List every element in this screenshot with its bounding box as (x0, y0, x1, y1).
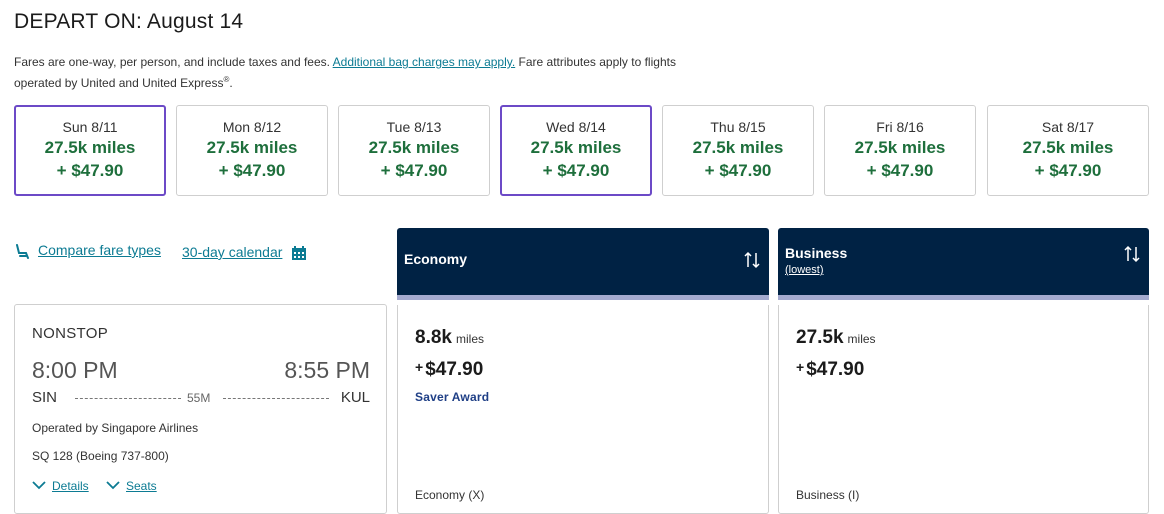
seat-icon (16, 244, 29, 259)
date-card-cash: + $47.90 (704, 161, 772, 180)
cabin-name: Business (785, 245, 848, 261)
stops-label: NONSTOP (32, 325, 109, 342)
date-card-tue[interactable]: Tue 8/13 27.5k miles + $47.90 (338, 105, 490, 196)
header-stripe (778, 295, 1149, 300)
30-day-calendar-link[interactable]: 30-day calendar (182, 244, 282, 260)
sort-icon[interactable] (1123, 244, 1141, 264)
date-card-sun[interactable]: Sun 8/11 27.5k miles + $47.90 (14, 105, 166, 196)
flight-number: SQ 128 (Boeing 737-800) (32, 449, 169, 463)
details-link[interactable]: Details (52, 479, 89, 493)
arrival-time: 8:55 PM (284, 357, 370, 383)
route-line-left (75, 398, 181, 399)
calendar-icon[interactable] (291, 245, 307, 261)
route-line-right (223, 398, 329, 399)
date-card-mon[interactable]: Mon 8/12 27.5k miles + $47.90 (176, 105, 328, 196)
date-card-miles: 27.5k miles (1022, 138, 1114, 157)
fare-miles: 27.5k miles (796, 327, 876, 349)
date-card-day: Mon 8/12 (222, 119, 282, 135)
fare-note-text-2: Fare attributes apply to flights (515, 55, 676, 69)
seats-link[interactable]: Seats (126, 479, 157, 493)
date-card-miles: 27.5k miles (44, 138, 136, 157)
economy-header[interactable]: Economy (397, 228, 769, 300)
fare-class: Business (I) (796, 488, 860, 502)
fare-note-end: . (229, 76, 233, 90)
date-card-cash: + $47.90 (542, 161, 610, 180)
fare-class: Economy (X) (415, 488, 485, 502)
fare-miles-unit: miles (455, 332, 484, 346)
lowest-link[interactable]: (lowest) (785, 264, 824, 276)
cabin-name: Economy (404, 251, 468, 267)
date-card-miles: 27.5k miles (692, 138, 784, 157)
origin-airport: SIN (32, 389, 58, 406)
date-card-miles: 27.5k miles (206, 138, 298, 157)
date-card-cash: + $47.90 (1034, 161, 1102, 180)
departure-time: 8:00 PM (32, 357, 118, 383)
fare-cash: + $47.90 (415, 359, 483, 381)
economy-fare-box[interactable]: 8.8k miles + $47.90 Saver Award Economy (X… (397, 305, 769, 514)
date-card-day: Thu 8/15 (710, 119, 766, 135)
chevron-down-icon[interactable] (106, 479, 120, 491)
fare-note-text: Fares are one-way, per person, and inclu… (14, 55, 333, 69)
fare-miles: 8.8k miles (415, 327, 484, 349)
fare-cash: + $47.90 (796, 359, 864, 381)
date-card-day: Tue 8/13 (386, 119, 442, 135)
business-header[interactable]: Business (lowest) (778, 228, 1149, 300)
fare-plus: + (796, 359, 805, 375)
flight-duration: 55M (187, 391, 211, 405)
flight-card[interactable]: NONSTOP 8:00 PM 8:55 PM SIN 55M KUL Oper… (14, 304, 387, 514)
date-card-miles: 27.5k miles (854, 138, 946, 157)
fare-cash-value: $47.90 (806, 359, 865, 380)
fare-disclaimer: Fares are one-way, per person, and inclu… (14, 54, 734, 92)
operator-text: Operated by Singapore Airlines (32, 421, 199, 435)
compare-fare-types-link[interactable]: Compare fare types (38, 242, 161, 258)
date-card-day: Wed 8/14 (546, 119, 606, 135)
fare-plus: + (415, 359, 424, 375)
date-card-wed[interactable]: Wed 8/14 27.5k miles + $47.90 (500, 105, 652, 196)
date-card-cash: + $47.90 (866, 161, 934, 180)
header-stripe (397, 295, 769, 300)
date-card-cash: + $47.90 (380, 161, 448, 180)
bag-charges-link[interactable]: Additional bag charges may apply. (333, 55, 516, 69)
sort-icon[interactable] (743, 250, 761, 270)
date-card-cash: + $47.90 (56, 161, 124, 180)
date-card-miles: 27.5k miles (368, 138, 460, 157)
page-title: DEPART ON: August 14 (14, 10, 244, 33)
fare-miles-unit: miles (847, 332, 876, 346)
chevron-down-icon[interactable] (32, 479, 46, 491)
date-card-day: Fri 8/16 (876, 119, 924, 135)
saver-award-tag: Saver Award (415, 390, 490, 404)
date-card-sat[interactable]: Sat 8/17 27.5k miles + $47.90 (987, 105, 1149, 196)
fare-miles-value: 8.8k (415, 327, 452, 348)
date-card-fri[interactable]: Fri 8/16 27.5k miles + $47.90 (824, 105, 976, 196)
fare-cash-value: $47.90 (425, 359, 484, 380)
destination-airport: KUL (340, 389, 370, 406)
date-card-day: Sun 8/11 (62, 119, 118, 135)
date-card-cash: + $47.90 (218, 161, 286, 180)
date-card-miles: 27.5k miles (530, 138, 622, 157)
fare-note-text-3: operated by United and United Express (14, 76, 224, 90)
fare-miles-value: 27.5k (796, 327, 844, 348)
date-card-day: Sat 8/17 (1041, 119, 1095, 135)
date-card-thu[interactable]: Thu 8/15 27.5k miles + $47.90 (662, 105, 814, 196)
business-fare-box[interactable]: 27.5k miles + $47.90 Business (I) (778, 305, 1149, 514)
